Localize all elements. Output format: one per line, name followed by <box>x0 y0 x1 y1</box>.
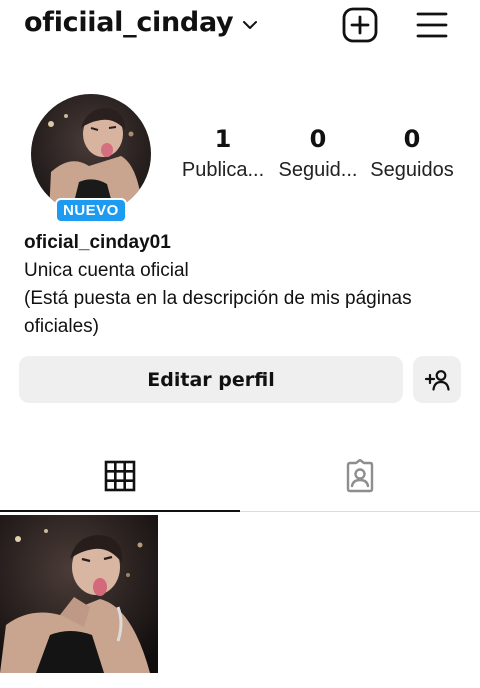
active-tab-indicator <box>0 510 240 512</box>
hamburger-menu-icon[interactable] <box>413 6 451 44</box>
account-switcher[interactable]: oficiial_cinday <box>24 7 258 38</box>
stat-label: Seguid... <box>278 159 358 181</box>
discover-people-button[interactable] <box>413 356 461 403</box>
profile-bio: oficial_cinday01 Unica cuenta oficial (E… <box>24 229 464 341</box>
tagged-photos-icon <box>343 458 377 493</box>
grid-icon <box>104 460 136 492</box>
stat-posts[interactable]: 1 Publica... <box>173 124 273 182</box>
tab-posts-grid[interactable] <box>0 440 240 511</box>
new-badge: NUEVO <box>55 198 127 223</box>
post-thumbnail[interactable] <box>0 515 158 673</box>
stat-label: Seguidos <box>370 159 454 181</box>
stat-following[interactable]: 0 Seguidos <box>362 124 462 182</box>
bio-line: (Está puesta en la descripción de mis pá… <box>24 288 412 309</box>
profile-tabs <box>0 440 480 512</box>
display-name: oficial_cinday01 <box>24 232 171 253</box>
stat-followers[interactable]: 0 Seguid... <box>268 124 368 182</box>
add-post-icon[interactable] <box>341 6 379 44</box>
stat-label: Publica... <box>181 159 265 181</box>
bio-line: oficiales) <box>24 316 99 337</box>
tab-tagged[interactable] <box>240 440 480 511</box>
add-person-icon <box>424 369 450 391</box>
edit-profile-button[interactable]: Editar perfil <box>19 356 403 403</box>
stat-value: 0 <box>309 125 327 153</box>
profile-username: oficiial_cinday <box>24 7 234 38</box>
avatar-container <box>31 94 151 214</box>
chevron-down-icon <box>242 20 258 30</box>
avatar[interactable] <box>31 94 151 214</box>
top-bar: oficiial_cinday <box>0 0 480 52</box>
stat-value: 0 <box>403 125 421 153</box>
bio-line: Unica cuenta oficial <box>24 260 189 281</box>
stat-value: 1 <box>214 125 232 153</box>
